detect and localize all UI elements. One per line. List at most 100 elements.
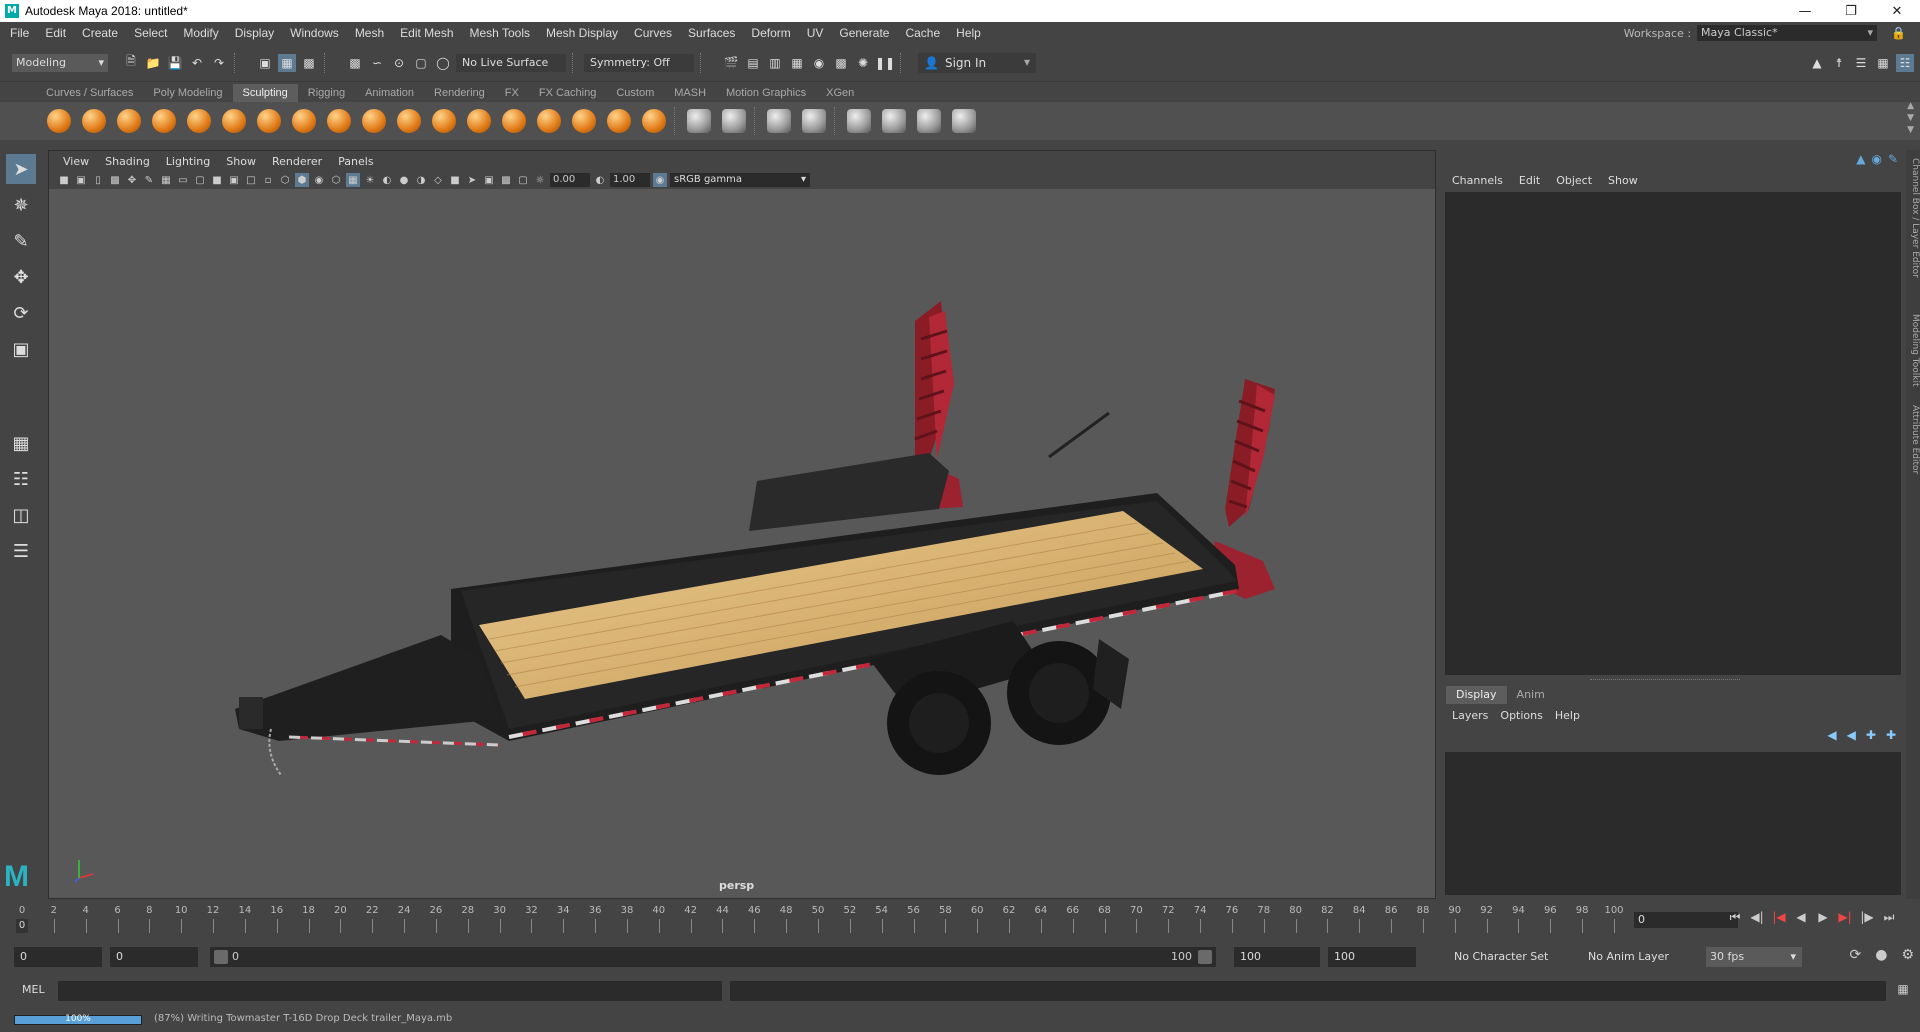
menu-deform[interactable]: Deform: [743, 26, 798, 40]
panel-menu-renderer[interactable]: Renderer: [264, 155, 330, 168]
snap-curve-icon[interactable]: ∽: [368, 54, 386, 72]
foamy-tool-icon[interactable]: [254, 107, 283, 136]
open-scene-icon[interactable]: 📁: [144, 54, 162, 72]
playback-range-bar[interactable]: 0 100: [210, 947, 1216, 967]
command-input[interactable]: [58, 981, 722, 1001]
shelf-tab-curves-surfaces[interactable]: Curves / Surfaces: [36, 84, 143, 102]
menu-file[interactable]: File: [0, 26, 37, 40]
menu-mesh[interactable]: Mesh: [347, 26, 392, 40]
grease-pencil-icon[interactable]: ✎: [142, 173, 156, 187]
relax-tool-icon[interactable]: [114, 107, 143, 136]
shelf-tab-sculpting[interactable]: Sculpting: [232, 84, 298, 102]
layer-menu-layers[interactable]: Layers: [1446, 709, 1494, 722]
menu-cache[interactable]: Cache: [897, 26, 948, 40]
two-panes-layout-icon[interactable]: ◫: [6, 500, 36, 530]
menu-windows[interactable]: Windows: [282, 26, 347, 40]
range-end-handle[interactable]: [1198, 950, 1212, 964]
color-management-icon[interactable]: ◉: [653, 173, 667, 187]
panel-menu-lighting[interactable]: Lighting: [158, 155, 218, 168]
move-layer-down-icon[interactable]: ◀: [1847, 728, 1856, 742]
mesh-eraser-icon[interactable]: [949, 107, 978, 136]
time-slider-track[interactable]: 0 2 4 6 8 10 12 14 16 18 20 22 24 26 28 30 32 34 36 38 40 42 4…: [16, 905, 1624, 935]
trailer-model[interactable]: [49, 189, 1435, 889]
menu-mesh-display[interactable]: Mesh Display: [538, 26, 626, 40]
motion-blur-icon[interactable]: ◑: [414, 173, 428, 187]
gamma-icon[interactable]: ◐: [593, 173, 607, 187]
safe-action-icon[interactable]: □: [244, 173, 258, 187]
panel-menu-panels[interactable]: Panels: [330, 155, 381, 168]
fps-select[interactable]: 30 fps: [1706, 947, 1802, 967]
human-ik-icon[interactable]: ☨: [1830, 54, 1848, 72]
play-forwards-icon[interactable]: ▶: [1814, 910, 1832, 925]
step-back-frame-icon[interactable]: ◀|: [1748, 910, 1766, 925]
layer-menu-options[interactable]: Options: [1494, 709, 1548, 722]
menu-edit[interactable]: Edit: [37, 26, 74, 40]
convert-to-frozen-icon[interactable]: [684, 107, 713, 136]
shelf-tab-poly-modeling[interactable]: Poly Modeling: [143, 84, 232, 102]
exposure-field[interactable]: 0.00: [550, 173, 590, 187]
shelf-tab-fx-caching[interactable]: FX Caching: [529, 84, 606, 102]
image-plane-icon[interactable]: ▩: [108, 173, 122, 187]
panel-menu-shading[interactable]: Shading: [97, 155, 158, 168]
render-settings-icon[interactable]: ▦: [788, 54, 806, 72]
workspace-select[interactable]: Maya Classic*: [1697, 25, 1878, 41]
panel-splitter[interactable]: [1590, 679, 1740, 682]
render-frame-icon[interactable]: ▤: [744, 54, 762, 72]
xray-joints-icon[interactable]: ▢: [516, 173, 530, 187]
panel-menu-show[interactable]: Show: [218, 155, 264, 168]
outliner-layout-icon[interactable]: ☰: [6, 536, 36, 566]
fill-tool-icon[interactable]: [464, 107, 493, 136]
isolate-select-icon[interactable]: ➤: [465, 173, 479, 187]
snap-grid-icon[interactable]: ▩: [346, 54, 364, 72]
tool-settings-icon[interactable]: ▦: [1874, 54, 1892, 72]
cb-menu-show[interactable]: Show: [1600, 174, 1646, 187]
knife-tool-icon[interactable]: [499, 107, 528, 136]
move-layer-up-icon[interactable]: ◀: [1827, 728, 1836, 742]
playback-end-field[interactable]: 100: [1234, 947, 1320, 967]
layer-tab-anim[interactable]: Anim: [1507, 686, 1555, 704]
playback-start-field[interactable]: 0: [110, 947, 198, 967]
menu-surfaces[interactable]: Surfaces: [680, 26, 743, 40]
four-view-layout-icon[interactable]: ☷: [6, 464, 36, 494]
layer-menu-help[interactable]: Help: [1549, 709, 1586, 722]
safe-title-icon[interactable]: ▫: [261, 173, 275, 187]
script-language-label[interactable]: MEL: [22, 983, 45, 996]
shelf-tab-motion-graphics[interactable]: Motion Graphics: [716, 84, 816, 102]
cb-menu-channels[interactable]: Channels: [1444, 174, 1511, 187]
live-surface-field[interactable]: No Live Surface: [456, 53, 566, 72]
layer-list[interactable]: [1445, 752, 1901, 895]
bookmarks-icon[interactable]: ▯: [91, 173, 105, 187]
xray-icon[interactable]: ▣: [482, 173, 496, 187]
save-scene-icon[interactable]: 💾: [166, 54, 184, 72]
gate-mask-icon[interactable]: ■: [210, 173, 224, 187]
minimize-icon[interactable]: —: [1782, 0, 1828, 22]
scene-end-field[interactable]: 100: [1328, 947, 1416, 967]
grab-tool-icon[interactable]: [149, 107, 178, 136]
smooth-tool-icon[interactable]: [79, 107, 108, 136]
select-hierarchy-icon[interactable]: ▣: [256, 54, 274, 72]
smear-tool-icon[interactable]: [534, 107, 563, 136]
grid-icon[interactable]: ▦: [159, 173, 173, 187]
snap-point-icon[interactable]: ⊙: [390, 54, 408, 72]
modeling-toolkit-icon[interactable]: ▲: [1808, 54, 1826, 72]
channel-box-edit-icon[interactable]: ✎: [1888, 152, 1898, 166]
side-tab-attribute-editor[interactable]: Attribute Editor: [1906, 400, 1920, 480]
side-tab-channel-box[interactable]: Channel Box / Layer Editor: [1906, 158, 1920, 278]
shelf-tab-animation[interactable]: Animation: [355, 84, 424, 102]
go-to-start-icon[interactable]: ⏮: [1726, 910, 1744, 925]
character-set-select[interactable]: No Character Set: [1450, 947, 1562, 967]
select-components-icon[interactable]: ▩: [300, 54, 318, 72]
menu-create[interactable]: Create: [74, 26, 126, 40]
menu-mesh-tools[interactable]: Mesh Tools: [462, 26, 538, 40]
step-forward-key-icon[interactable]: ▶|: [1836, 910, 1854, 925]
resolution-gate-icon[interactable]: ▢: [193, 173, 207, 187]
textured-icon[interactable]: ▦: [346, 173, 360, 187]
side-tab-modeling-toolkit[interactable]: Modeling Toolkit: [1906, 310, 1920, 390]
scale-tool-icon[interactable]: ▣: [6, 334, 36, 364]
anti-aliasing-icon[interactable]: ◇: [431, 173, 445, 187]
two-d-pan-icon[interactable]: ✥: [125, 173, 139, 187]
use-all-lights-icon[interactable]: ☀: [363, 173, 377, 187]
menu-modify[interactable]: Modify: [175, 26, 226, 40]
menu-edit-mesh[interactable]: Edit Mesh: [392, 26, 461, 40]
lock-icon[interactable]: 🔒: [1891, 26, 1906, 40]
